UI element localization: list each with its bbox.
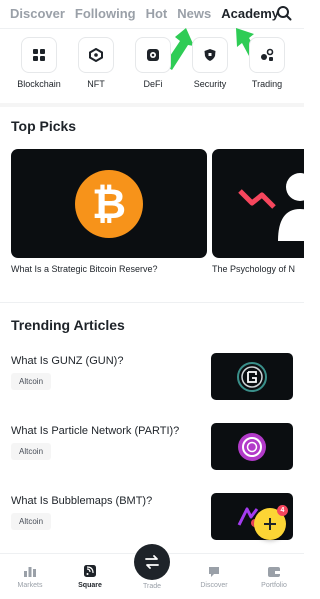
swap-arrows-icon (145, 555, 159, 569)
article-title: What Is GUNZ (GUN)? (11, 355, 124, 367)
top-pick-image: ₿ (11, 149, 207, 258)
tab-academy[interactable]: Academy (221, 6, 279, 21)
bitcoin-logo: ₿ (75, 170, 143, 238)
category-nft[interactable]: NFT (72, 37, 120, 93)
article-thumbnail (211, 423, 293, 470)
nft-icon (89, 48, 103, 62)
notification-badge: 4 (277, 505, 288, 516)
article-title: What Is Bubblemaps (BMT)? (11, 495, 153, 507)
article-tag[interactable]: Altcoin (11, 373, 52, 390)
category-icon-box (135, 37, 171, 73)
category-label: Blockchain (17, 79, 61, 89)
trading-icon (261, 48, 274, 61)
category-trading[interactable]: Trading (243, 37, 291, 93)
nav-label: Square (78, 582, 102, 589)
top-picks-heading: Top Picks (11, 118, 77, 134)
tab-hot[interactable]: Hot (146, 6, 168, 21)
psychology-illustration (238, 173, 304, 241)
category-label: Trading (251, 79, 283, 89)
bar-chart-icon (24, 567, 36, 577)
defi-icon (147, 49, 159, 61)
top-pick-card[interactable]: The Psychology of N (212, 149, 304, 274)
tab-following[interactable]: Following (75, 6, 136, 21)
nav-label: Portfolio (261, 582, 287, 589)
article-item[interactable]: What Is Particle Network (PARTI)? Altcoi… (11, 423, 293, 471)
article-thumbnail (211, 353, 293, 400)
article-tag[interactable]: Altcoin (11, 443, 52, 460)
top-pick-title: The Psychology of N (212, 264, 296, 274)
nav-trade-button[interactable] (134, 544, 170, 580)
article-item[interactable]: What Is GUNZ (GUN)? Altcoin (11, 353, 293, 401)
nav-square[interactable]: Square (60, 554, 120, 599)
nav-label: Markets (17, 582, 43, 589)
article-tag[interactable]: Altcoin (11, 513, 52, 530)
top-pick-card[interactable]: ₿ What Is a Strategic Bitcoin Reserve? (11, 149, 207, 274)
nav-label: Trade (142, 583, 162, 590)
nav-discover[interactable]: Discover (184, 554, 244, 599)
category-label: NFT (87, 79, 105, 89)
article-title: What Is Particle Network (PARTI)? (11, 425, 180, 437)
nav-markets[interactable]: Markets (0, 554, 60, 599)
floating-action-button[interactable]: 4 (254, 505, 288, 540)
top-pick-image (212, 149, 304, 258)
section-divider (0, 103, 304, 107)
search-icon[interactable] (276, 5, 292, 21)
category-icon-box (249, 37, 285, 73)
shield-icon (204, 49, 216, 61)
nav-label: Discover (200, 582, 228, 589)
category-defi[interactable]: DeFi (129, 37, 177, 93)
gunz-logo (237, 361, 267, 392)
tab-discover[interactable]: Discover (10, 6, 65, 21)
category-row: Blockchain NFT DeFi Security Trading (0, 37, 304, 93)
svg-text:₿: ₿ (92, 180, 126, 227)
square-icon (84, 565, 96, 577)
article-item[interactable]: What Is Bubblemaps (BMT)? Altcoin (11, 493, 293, 541)
plus-icon (264, 518, 276, 530)
nav-portfolio[interactable]: Portfolio (244, 554, 304, 599)
top-tab-bar: Discover Following Hot News Academy (0, 0, 304, 26)
category-icon-box (21, 37, 57, 73)
top-picks-carousel[interactable]: ₿ What Is a Strategic Bitcoin Reserve? T… (11, 149, 304, 277)
category-icon-box (192, 37, 228, 73)
blocks-icon (33, 49, 45, 61)
section-divider (0, 302, 304, 303)
category-icon-box (78, 37, 114, 73)
particle-logo (238, 432, 266, 461)
category-label: DeFi (143, 79, 163, 89)
top-pick-title: What Is a Strategic Bitcoin Reserve? (11, 264, 158, 274)
tab-news[interactable]: News (177, 6, 211, 21)
discover-icon (209, 567, 219, 577)
category-security[interactable]: Security (186, 37, 234, 93)
trending-articles-heading: Trending Articles (11, 317, 125, 333)
category-label: Security (193, 79, 227, 89)
wallet-icon (268, 567, 280, 577)
category-blockchain[interactable]: Blockchain (15, 37, 63, 93)
